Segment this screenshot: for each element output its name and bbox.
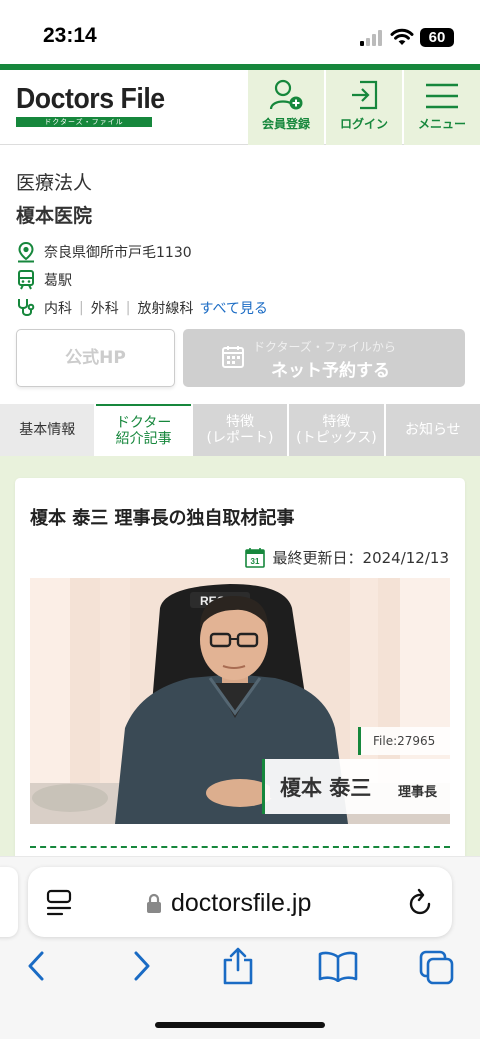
browser-toolbar: doctorsfile.jp [0,856,480,1039]
station-row: 葛駅 [16,266,466,294]
logo-subtext: ドクターズ・ファイル [16,117,152,127]
calendar-icon: 31 [244,548,265,568]
home-indicator [155,1022,325,1028]
calendar-icon [222,346,244,368]
station-text: 葛駅 [44,273,72,289]
tab-label: 特徴 [226,414,255,430]
tab-basic-info[interactable]: 基本情報 [0,404,95,456]
file-number-tag: File:27965 [358,727,450,755]
tabs-icon[interactable] [418,949,456,985]
page-menu-icon[interactable] [46,889,72,917]
login-icon [352,80,378,110]
article-title[interactable]: 榎本 泰三 理事長の独自取材記事 [30,504,295,530]
calendar-day: 31 [250,557,259,566]
menu-label: メニュー [417,117,466,131]
doctor-photo[interactable]: REC File:27965 榎本 泰三 理事長 [30,578,450,824]
tab-label-line2: (レポート) [206,430,274,446]
tab-label-line2: 紹介記事 [115,431,172,447]
doctors-file-logo[interactable]: Doctors File ドクターズ・ファイル [16,83,165,127]
tab-label-line2: (トピックス) [296,430,377,446]
tab-doctor-article[interactable]: ドクター 紹介記事 [96,404,191,456]
clinic-info: 医療法人 榎本医院 奈良県御所市戸毛1130 葛駅 内科 | 外科 | 放射線科… [16,168,466,322]
clinic-corporation: 医療法人 [16,172,93,194]
user-add-icon [269,79,303,110]
address-bar[interactable]: doctorsfile.jp [28,867,452,937]
bookmarks-icon[interactable] [317,950,359,982]
clinic-tabs: 基本情報 ドクター 紹介記事 特徴 (レポート) 特徴 (トピックス) お知らせ [0,404,480,456]
doctor-position: 理事長 [398,785,438,800]
status-bar: 23:14 60 [0,0,480,66]
official-hp-button[interactable]: 公式HP [16,329,175,387]
logo-text: Doctors File [16,83,165,115]
previous-tab-preview[interactable] [0,867,18,937]
see-all-link[interactable]: すべて見る [199,298,267,318]
stethoscope-icon [18,299,35,316]
department-separator: | [79,300,84,316]
last-updated-text: 最終更新日：2024/12/13 [272,549,449,567]
department-item: 外科 [90,301,119,317]
address-text: 奈良県御所市戸毛1130 [44,245,192,261]
train-icon [18,270,34,290]
forward-icon[interactable] [128,950,154,982]
departments-row: 内科 | 外科 | 放射線科 すべて見る [16,294,466,322]
wifi-icon [390,28,414,45]
clock: 23:14 [43,24,97,47]
department-item: 内科 [44,301,72,317]
department-item: 放射線科 [137,301,194,317]
tab-feature-topics[interactable]: 特徴 (トピックス) [289,404,384,456]
tab-label: 基本情報 [19,422,76,438]
tab-label: 特徴 [322,414,351,430]
clinic-name: 榎本医院 [16,205,93,227]
share-icon[interactable] [221,946,255,986]
lock-icon [147,893,161,913]
map-pin-icon [18,241,34,263]
cellular-signal-icon [360,30,384,46]
dashed-divider [30,846,450,848]
article-card: 榎本 泰三 理事長の独自取材記事 31 最終更新日：2024/12/13 REC [15,478,465,878]
login-button[interactable]: ログイン [326,70,402,145]
department-separator: | [125,300,131,316]
battery-indicator: 60 [420,28,454,47]
tab-label: ドクター [115,415,172,431]
hamburger-menu-icon [426,83,458,109]
tab-news[interactable]: お知らせ [385,404,480,456]
doctor-name-tag: 榎本 泰三 理事長 [262,759,450,814]
site-header: Doctors File ドクターズ・ファイル 会員登録 ログイン メニュー [0,70,480,145]
reservation-subtext: ドクターズ・ファイルから [253,340,396,354]
tab-label: お知らせ [404,422,461,438]
register-button[interactable]: 会員登録 [248,70,324,145]
register-label: 会員登録 [261,117,310,131]
back-icon[interactable] [24,950,50,982]
doctor-name: 榎本 泰三 [280,776,372,800]
reload-icon[interactable] [408,887,434,917]
tab-feature-report[interactable]: 特徴 (レポート) [192,404,288,456]
menu-button[interactable]: メニュー [404,70,480,145]
address-row: 奈良県御所市戸毛1130 [16,238,466,266]
reservation-label: ネット予約する [271,361,390,381]
url-text: doctorsfile.jp [171,889,312,917]
login-label: ログイン [339,117,388,131]
net-reservation-button[interactable]: ドクターズ・ファイルから ネット予約する [183,329,465,387]
last-updated: 31 最終更新日：2024/12/13 [244,547,449,568]
